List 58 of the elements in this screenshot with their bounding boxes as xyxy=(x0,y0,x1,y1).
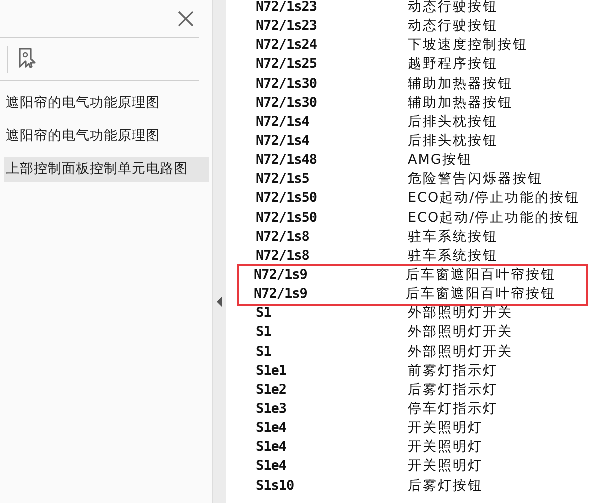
component-code: S1e2 xyxy=(255,380,288,400)
component-description: 越野程序按钮 xyxy=(408,55,498,74)
component-code: S1 xyxy=(255,323,272,342)
component-code: S1e4 xyxy=(255,438,288,458)
component-description: 开关照明灯 xyxy=(408,419,483,438)
component-code: S1 xyxy=(255,342,272,362)
component-description: 开关照明灯 xyxy=(408,438,483,458)
component-description: 动态行驶按钮 xyxy=(408,17,498,36)
component-code: N72/1s8 xyxy=(255,228,310,247)
bookmark-item[interactable]: 上部控制面板控制单元电路图 xyxy=(4,157,209,182)
component-code: N72/1s4 xyxy=(255,132,310,151)
component-code: N72/1s50 xyxy=(255,208,318,228)
component-code: N72/1s9 xyxy=(253,285,308,304)
component-code: N72/1s30 xyxy=(255,74,318,94)
component-code: S1 xyxy=(255,304,272,324)
component-code: S1s10 xyxy=(255,476,296,496)
component-description: 危险警告闪烁器按钮 xyxy=(408,170,543,190)
component-code: N72/1s8 xyxy=(255,246,310,266)
component-description: 外部照明灯开关 xyxy=(408,323,513,342)
component-description: AMG按钮 xyxy=(408,151,472,170)
component-code: S1e4 xyxy=(255,457,288,476)
component-code: N72/1s23 xyxy=(255,0,318,17)
component-description: 下坡速度控制按钮 xyxy=(408,36,528,56)
component-code: N72/1s48 xyxy=(255,151,318,170)
component-description: 外部照明灯开关 xyxy=(408,342,513,362)
component-code: S1e4 xyxy=(255,419,288,438)
bookmark-icon[interactable] xyxy=(18,48,38,70)
collapse-arrow-icon[interactable] xyxy=(216,296,222,306)
component-code: S1e1 xyxy=(255,362,288,381)
component-code: N72/1s50 xyxy=(255,189,318,208)
component-description: 停车灯指示灯 xyxy=(408,400,498,419)
component-code: N72/1s9 xyxy=(253,266,308,285)
bookmark-item[interactable]: 遮阳帘的电气功能原理图 xyxy=(4,124,209,149)
component-code: N72/1s23 xyxy=(255,17,318,36)
component-code: N72/1s24 xyxy=(255,36,318,56)
component-description: 前雾灯指示灯 xyxy=(408,362,498,381)
component-description: 后排头枕按钮 xyxy=(408,132,498,151)
component-description: 外部照明灯开关 xyxy=(408,304,513,324)
component-code: N72/1s25 xyxy=(255,55,318,74)
component-description: 后车窗遮阳百叶帘按钮 xyxy=(406,285,556,304)
component-description: 后车窗遮阳百叶帘按钮 xyxy=(406,266,556,285)
bookmark-item[interactable]: 遮阳帘的电气功能原理图 xyxy=(4,91,209,116)
component-description: 驻车系统按钮 xyxy=(408,246,498,266)
component-code: N72/1s5 xyxy=(255,170,310,190)
component-description: ECO起动/停止功能的按钮 xyxy=(408,208,580,228)
component-code: N72/1s4 xyxy=(255,112,310,132)
component-description: 开关照明灯 xyxy=(408,457,483,476)
component-description: 后雾灯指示灯 xyxy=(408,380,498,400)
close-icon[interactable] xyxy=(178,10,194,26)
component-code: S1e3 xyxy=(255,400,288,419)
component-description: 驻车系统按钮 xyxy=(408,228,498,247)
component-description: 动态行驶按钮 xyxy=(408,0,498,17)
component-description: 辅助加热器按钮 xyxy=(408,74,513,94)
component-code: N72/1s30 xyxy=(255,94,318,113)
component-description: 后排头枕按钮 xyxy=(408,112,498,132)
component-description: 辅助加热器按钮 xyxy=(408,94,513,113)
component-description: 后雾灯按钮 xyxy=(408,476,483,496)
component-description: ECO起动/停止功能的按钮 xyxy=(408,189,580,208)
